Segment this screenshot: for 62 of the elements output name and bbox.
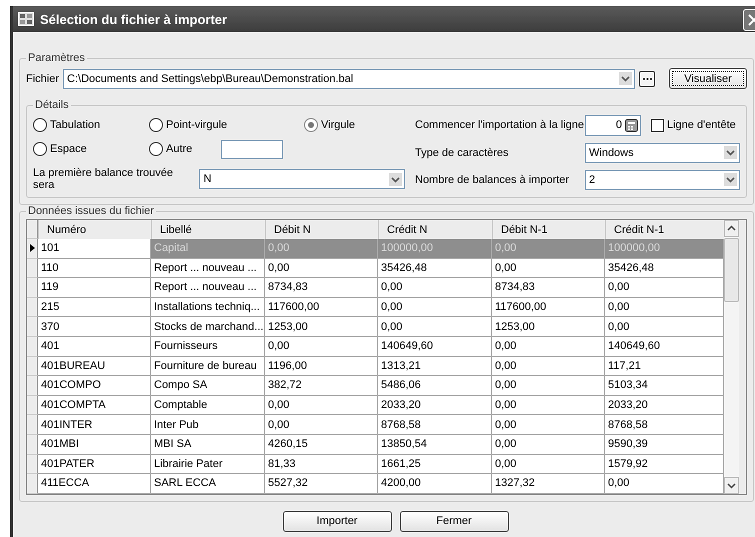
balance-count-dropdown[interactable]: 2 xyxy=(585,170,740,190)
group-title: Données issues du fichier xyxy=(27,205,155,217)
table-row[interactable]: 101 Capital 0,00 100000,00 0,00 100000,00 xyxy=(27,239,724,259)
table-cell: 4200,00 xyxy=(378,474,492,494)
scrollbar[interactable] xyxy=(724,220,739,494)
file-path-field[interactable]: C:\Documents and Settings\ebp\Bureau\Demonstration.bal xyxy=(63,68,636,88)
calculator-icon xyxy=(625,118,638,132)
radio-button[interactable] xyxy=(304,118,318,132)
radio-label: Virgule xyxy=(321,119,356,131)
scroll-down-icon xyxy=(724,476,739,494)
table-row[interactable]: 401INTER Inter Pub 0,00 8768,58 0,00 8768,58 xyxy=(27,415,724,435)
radio-button[interactable] xyxy=(33,118,47,132)
table-row[interactable]: 401COMPO Compo SA 382,72 5486,06 0,00 5103,34 xyxy=(27,376,724,396)
dialog-button[interactable]: Fermer xyxy=(400,510,508,532)
radio-button[interactable] xyxy=(149,142,163,156)
group-title: Paramètres xyxy=(27,52,86,64)
table-row[interactable]: 401COMPTA Comptable 0,00 2033,20 0,00 2033,20 xyxy=(27,396,724,416)
table-row[interactable]: 110 Report ... nouveau ... 0,00 35426,48 0,00 35426,48 xyxy=(27,258,724,278)
first-balance-label: La première balance trouvée sera xyxy=(33,167,174,191)
table-row[interactable]: 401PATER Librairie Pater 81,33 1661,25 0,00 1579,92 xyxy=(27,454,724,474)
table-cell: Capital xyxy=(151,239,265,259)
charset-dropdown[interactable]: Windows xyxy=(585,142,740,162)
balance-count-label: Nombre de balances à importer xyxy=(415,174,570,186)
radio-button[interactable] xyxy=(33,142,47,156)
radio-button[interactable] xyxy=(149,118,163,132)
table-cell: 0,00 xyxy=(265,239,378,259)
table-icon xyxy=(18,12,34,26)
checkbox[interactable] xyxy=(651,118,664,132)
dialog-button[interactable]: Importer xyxy=(282,510,392,532)
table-row[interactable]: 370 Stocks de marchand... 1253,00 0,00 1253,00 0,00 xyxy=(27,317,724,337)
radio-label: Point-virgule xyxy=(166,119,228,131)
checkbox-label: Ligne d'entête xyxy=(667,119,736,131)
table-cell: 5527,32 xyxy=(265,474,378,494)
table-cell: SARL ECCA xyxy=(151,474,265,494)
preview-button[interactable]: Visualiser xyxy=(669,68,748,89)
radio-label: Espace xyxy=(50,143,87,155)
table-cell: 411ECCA xyxy=(38,474,151,494)
current-row-icon xyxy=(30,244,34,252)
file-label: Fichier xyxy=(26,72,60,84)
table-cell: 100000,00 xyxy=(605,239,724,259)
table-row[interactable]: 215 Installations techniq... 117600,00 0,00 117600,00 0,00 xyxy=(27,298,724,318)
start-line-field[interactable]: 0 xyxy=(585,114,641,136)
first-balance-dropdown[interactable]: N xyxy=(199,169,405,189)
row-header[interactable] xyxy=(27,239,38,259)
radio-label: Tabulation xyxy=(50,119,100,131)
table-cell: 101 xyxy=(38,239,151,259)
table-row[interactable]: 401 Fournisseurs 0,00 140649,60 0,00 140649,60 xyxy=(27,336,724,357)
group-title: Détails xyxy=(34,99,70,111)
table-row[interactable]: 401MBI MBI SA 4260,15 13850,54 0,00 9590,39 xyxy=(27,434,724,455)
browse-button[interactable] xyxy=(639,70,656,86)
table-row[interactable]: 411ECCA SARL ECCA 5527,32 4200,00 1327,32 0,00 xyxy=(27,474,724,494)
radio-label: Autre xyxy=(166,143,192,155)
table-row[interactable]: 401BUREAU Fourniture de bureau 1196,00 1313,21 0,00 117,21 xyxy=(27,356,724,376)
window-title: Sélection du fichier à importer xyxy=(40,12,228,26)
other-separator-field[interactable] xyxy=(221,140,283,158)
table-cell: 0,00 xyxy=(492,239,605,259)
table-cell: 1327,32 xyxy=(492,474,605,494)
scroll-thumb[interactable] xyxy=(724,238,739,302)
charset-label: Type de caractères xyxy=(415,146,510,158)
table-cell: 100000,00 xyxy=(378,239,492,259)
table-row[interactable]: 119 Report ... nouveau ... 8734,83 0,00 8734,83 0,00 xyxy=(27,278,724,298)
start-line-label: Commencer l'importation à la ligne xyxy=(415,119,585,131)
